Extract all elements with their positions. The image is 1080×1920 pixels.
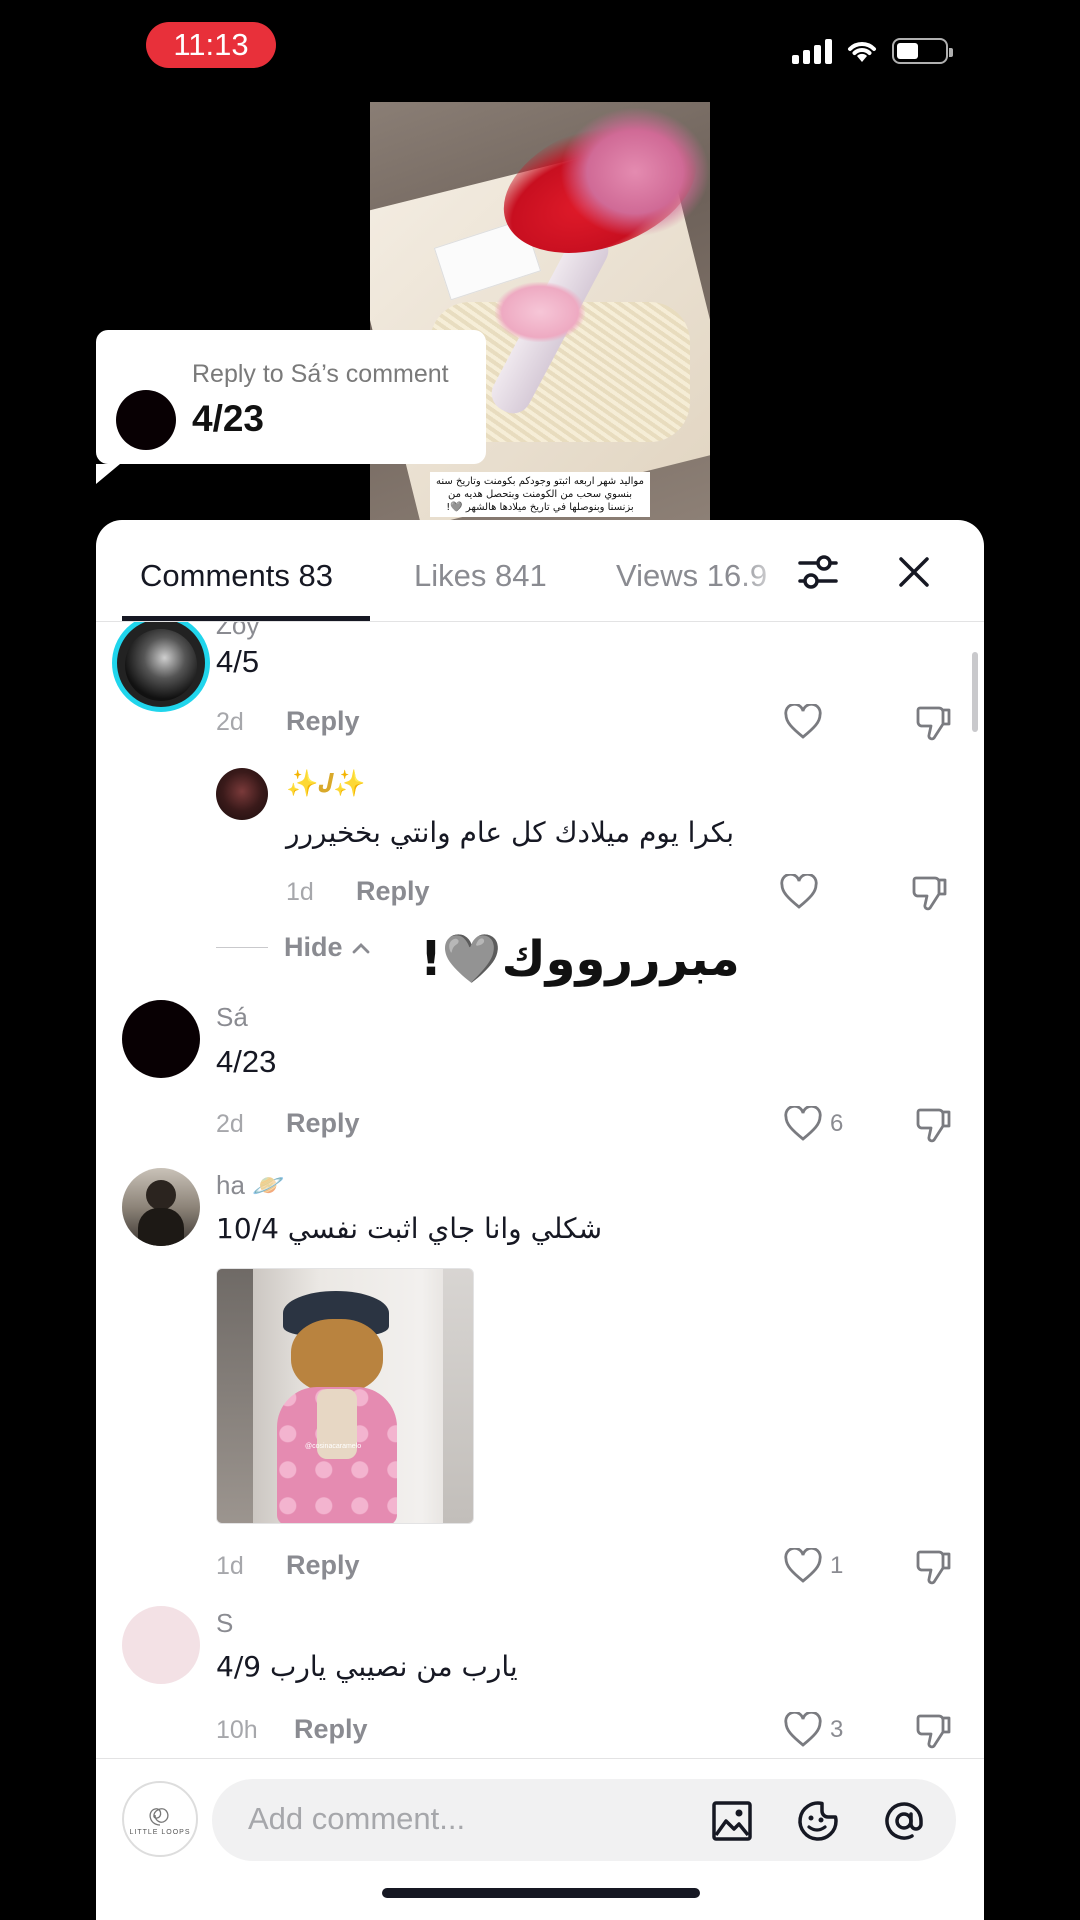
dislike-button[interactable] [914,1712,952,1755]
status-icons [792,38,953,64]
image-icon[interactable] [710,1799,754,1843]
reply-button[interactable]: Reply [294,1714,368,1745]
filter-icon[interactable] [796,550,840,594]
mention-icon[interactable] [882,1799,926,1843]
overlay-text: مبرررووك🩶! [420,931,740,987]
comment-time: 2d [216,1110,244,1138]
comment-text: شكلي وانا جاي اثبت نفسي 10/4 [216,1212,603,1245]
dislike-button[interactable] [914,1106,952,1149]
comment-time: 10h [216,1716,258,1744]
emoji-icon[interactable] [796,1799,840,1843]
tab-comments[interactable]: Comments 83 [140,558,333,594]
thumbs-down-icon [916,1108,951,1143]
comment-sticker-image[interactable]: @cosinacaramelo [216,1268,474,1524]
avatar[interactable] [216,768,268,820]
active-tab-indicator [122,616,370,621]
like-button[interactable]: 6 [784,1106,843,1142]
thumbs-down-icon [912,876,947,911]
reply-button[interactable]: Reply [286,1108,360,1139]
comment-text: يارب من نصيبي يارب 4/9 [216,1650,518,1683]
avatar[interactable] [112,622,210,712]
reply-preview-bubble[interactable]: Reply to Sá’s comment 4/23 [96,330,486,484]
like-button[interactable]: 3 [784,1712,843,1748]
like-button[interactable] [780,874,818,910]
tab-likes[interactable]: Likes 841 [414,558,547,594]
comment-author[interactable]: Zoy [216,622,259,641]
home-indicator[interactable] [382,1888,700,1898]
like-count: 3 [830,1716,844,1743]
comment-time: 1d [286,878,314,906]
heart-icon [784,704,822,739]
avatar [116,390,176,450]
comment-time: 2d [216,708,244,736]
comment-input-placeholder: Add comment... [248,1801,466,1836]
comment-author[interactable]: ✨𝑱✨ [286,768,366,800]
comment-author[interactable]: S [216,1608,233,1639]
comment-text: بكرا يوم ميلادك كل عام وانتي بخخيررر [286,816,735,849]
heart-icon [784,1106,822,1141]
reply-button[interactable]: Reply [286,1550,360,1581]
reply-button[interactable]: Reply [286,706,360,737]
avatar[interactable] [122,1606,200,1684]
reply-preview-title: Reply to Sá’s comment [192,360,449,388]
heart-icon [780,874,818,909]
tab-bar: Comments 83 Likes 841 Views 16.9 [96,520,984,622]
thumbs-down-icon [916,1714,951,1749]
comment-list[interactable]: Zoy 4/5 2d Reply ✨𝑱✨ بكرا يوم ميلادك كل … [96,622,984,1758]
avatar[interactable] [122,1000,200,1078]
heart-icon [784,1548,822,1583]
dislike-button[interactable] [914,1548,952,1591]
avatar[interactable] [122,1168,200,1246]
close-icon[interactable] [892,550,936,594]
dislike-button[interactable] [910,874,948,917]
thumbs-down-icon [916,706,951,741]
scrollbar[interactable] [972,652,978,732]
loops-logo-icon [149,1807,169,1826]
comments-panel: Comments 83 Likes 841 Views 16.9 Zoy 4/5… [96,520,984,1920]
reply-preview-text: 4/23 [192,398,265,439]
comment-text: 4/23 [216,1044,277,1079]
hide-replies-button[interactable]: Hide [284,932,371,963]
thumbs-down-icon [916,1550,951,1585]
like-button[interactable]: 1 [784,1548,843,1584]
sticker-watermark: @cosinacaramelo [305,1443,362,1450]
signal-icon [792,38,832,64]
comment-input[interactable]: Add comment... [212,1779,956,1861]
comment-time: 1d [216,1552,244,1580]
like-count: 1 [830,1552,844,1579]
dislike-button[interactable] [914,704,952,747]
video-caption: مواليد شهر اربعه اثبتو وجودكم بكومنت وتا… [430,472,650,517]
wifi-icon [848,42,876,62]
chevron-up-icon [352,942,369,953]
logo-text: LITTLE LOOPS [129,1828,191,1836]
hide-replies-label: Hide [284,932,343,962]
status-time: 11:13 [146,22,276,68]
divider [216,947,268,948]
comment-author[interactable]: Sá [216,1002,248,1033]
like-count: 6 [830,1110,844,1137]
comment-text: 4/5 [216,644,260,679]
comment-author[interactable]: ha 🪐 [216,1170,285,1201]
heart-icon [784,1712,822,1747]
like-button[interactable] [784,704,822,740]
reply-button[interactable]: Reply [356,876,430,907]
avatar[interactable]: LITTLE LOOPS [122,1781,198,1857]
battery-icon [892,38,953,64]
